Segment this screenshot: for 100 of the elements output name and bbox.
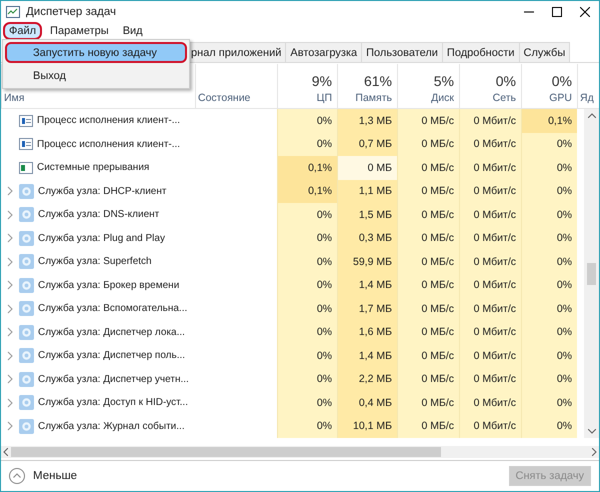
tab[interactable]: Автозагрузка	[285, 42, 362, 62]
gear-icon	[19, 348, 34, 364]
table-cell: 0 МБ/с	[397, 344, 459, 368]
scroll-right-icon[interactable]	[592, 448, 597, 456]
column-header[interactable]: Сеть	[492, 92, 516, 104]
table-cell: 0%	[277, 391, 337, 414]
column-summary: 0%	[552, 73, 572, 89]
window-icon	[19, 138, 33, 150]
scroll-up-icon[interactable]	[588, 113, 596, 118]
table-cell: 0 МБ/с	[397, 414, 459, 438]
column-header[interactable]: GPU	[549, 92, 572, 104]
process-name: Служба узла: DNS-клиент	[38, 209, 160, 220]
window-icon	[19, 162, 33, 174]
menu-item[interactable]: Вид	[116, 22, 149, 40]
window-icon	[19, 114, 33, 127]
process-name: Служба узла: Superfetch	[38, 256, 152, 268]
table-cell: 0%	[277, 414, 337, 438]
chevron-icon[interactable]	[5, 233, 15, 244]
table-cell: 0%	[277, 368, 337, 391]
table-cell: 0%	[277, 226, 337, 250]
chevron-icon[interactable]	[5, 256, 15, 267]
table-cell: 0 МБ/с	[397, 132, 459, 156]
process-name: Процесс исполнения клиент-...	[37, 115, 180, 126]
table-cell: 0 Мбит/с	[459, 344, 521, 368]
table-cell: 0%	[277, 344, 337, 368]
table-cell: 0 Мбит/с	[459, 203, 521, 226]
process-name: Системные прерывания	[37, 162, 150, 174]
gear-icon	[19, 395, 34, 410]
chevron-icon[interactable]	[5, 350, 15, 361]
column-header[interactable]: ЦП	[316, 92, 332, 104]
scroll-thumb[interactable]	[587, 262, 596, 284]
vertical-scrollbar[interactable]	[584, 109, 599, 438]
table-cell: 0 МБ/с	[397, 226, 459, 250]
gear-icon	[19, 324, 34, 340]
table-cell: 0%	[521, 226, 577, 250]
table-cell: 0 МБ/с	[397, 274, 459, 297]
chevron-icon[interactable]	[5, 280, 15, 290]
process-name: Служба узла: Журнал событи...	[38, 420, 185, 432]
menu-entry[interactable]: Выход	[5, 65, 187, 86]
process-name: Процесс исполнения клиент-...	[37, 138, 180, 150]
table-cell: 0 Мбит/с	[459, 274, 521, 297]
table-cell: 1,7 МБ	[337, 297, 397, 320]
table-cell: 0%	[521, 180, 577, 203]
scroll-down-icon[interactable]	[588, 429, 596, 434]
tab[interactable]: Пользователи	[361, 42, 443, 62]
table-cell: 0 Мбит/с	[459, 180, 521, 203]
column-summary: 61%	[364, 73, 392, 89]
table-cell: 1,4 МБ	[337, 344, 397, 368]
menu-entry[interactable]: Запустить новую задачу	[5, 42, 187, 63]
table-cell: 0%	[277, 297, 337, 320]
table-cell: 0%	[277, 109, 337, 132]
table-cell: 0%	[521, 156, 577, 180]
gear-icon	[19, 207, 34, 222]
process-name: Служба узла: DHCP-клиент	[38, 186, 166, 197]
table-cell: 0,7 МБ	[337, 132, 397, 156]
chevron-icon[interactable]	[5, 421, 15, 432]
table-cell: 2,2 МБ	[337, 368, 397, 391]
table-cell: 0 МБ/с	[397, 391, 459, 414]
process-name: Служба узла: Вспомогательна...	[38, 303, 188, 314]
gear-icon	[19, 278, 34, 293]
table-cell: 1,1 МБ	[337, 180, 397, 203]
table-cell: 0 МБ/с	[397, 203, 459, 226]
table-cell: 0 Мбит/с	[459, 368, 521, 391]
chevron-icon[interactable]	[5, 186, 15, 196]
gear-icon	[19, 301, 34, 316]
tab[interactable]: Службы	[518, 42, 570, 62]
table-cell: 0 Мбит/с	[459, 391, 521, 414]
chevron-icon[interactable]	[5, 327, 15, 338]
horizontal-scrollbar[interactable]	[1, 446, 599, 458]
column-header[interactable]: Яд	[580, 92, 594, 104]
table-cell: 0%	[277, 203, 337, 226]
chevron-icon[interactable]	[5, 398, 15, 408]
column-header[interactable]: Диск	[431, 92, 454, 104]
table-cell: 0 Мбит/с	[459, 109, 521, 132]
chevron-icon[interactable]	[5, 210, 15, 220]
table-cell: 0,4 МБ	[337, 391, 397, 414]
collapse-icon	[9, 468, 25, 484]
chevron-icon[interactable]	[5, 374, 15, 384]
menu-item[interactable]: Параметры	[44, 22, 115, 40]
close-icon	[580, 6, 590, 16]
app-icon	[6, 6, 20, 18]
table-cell: 0%	[277, 250, 337, 274]
menu-item[interactable]: Файл	[3, 22, 42, 40]
process-name: Служба узла: Брокер времени	[38, 280, 180, 291]
fewer-details-link[interactable]: Меньше	[9, 468, 78, 484]
scroll-left-icon[interactable]	[3, 448, 8, 456]
table-cell: 0%	[521, 391, 577, 414]
table-cell: 0 МБ/с	[397, 156, 459, 180]
table-cell: 0,1%	[521, 109, 577, 132]
column-header[interactable]: Память	[355, 92, 392, 104]
table-cell: 1,5 МБ	[337, 203, 397, 226]
column-summary: 5%	[434, 73, 454, 89]
table-cell: 0%	[521, 414, 577, 438]
table-cell: 0,1%	[277, 180, 337, 203]
column-header[interactable]: Имя	[4, 92, 24, 104]
tab[interactable]: Подробности	[442, 42, 520, 62]
table-cell: 0,1%	[277, 156, 337, 180]
column-header[interactable]: Состояние	[198, 92, 250, 104]
chevron-icon[interactable]	[5, 304, 15, 314]
table-cell: 0 Мбит/с	[459, 414, 521, 438]
